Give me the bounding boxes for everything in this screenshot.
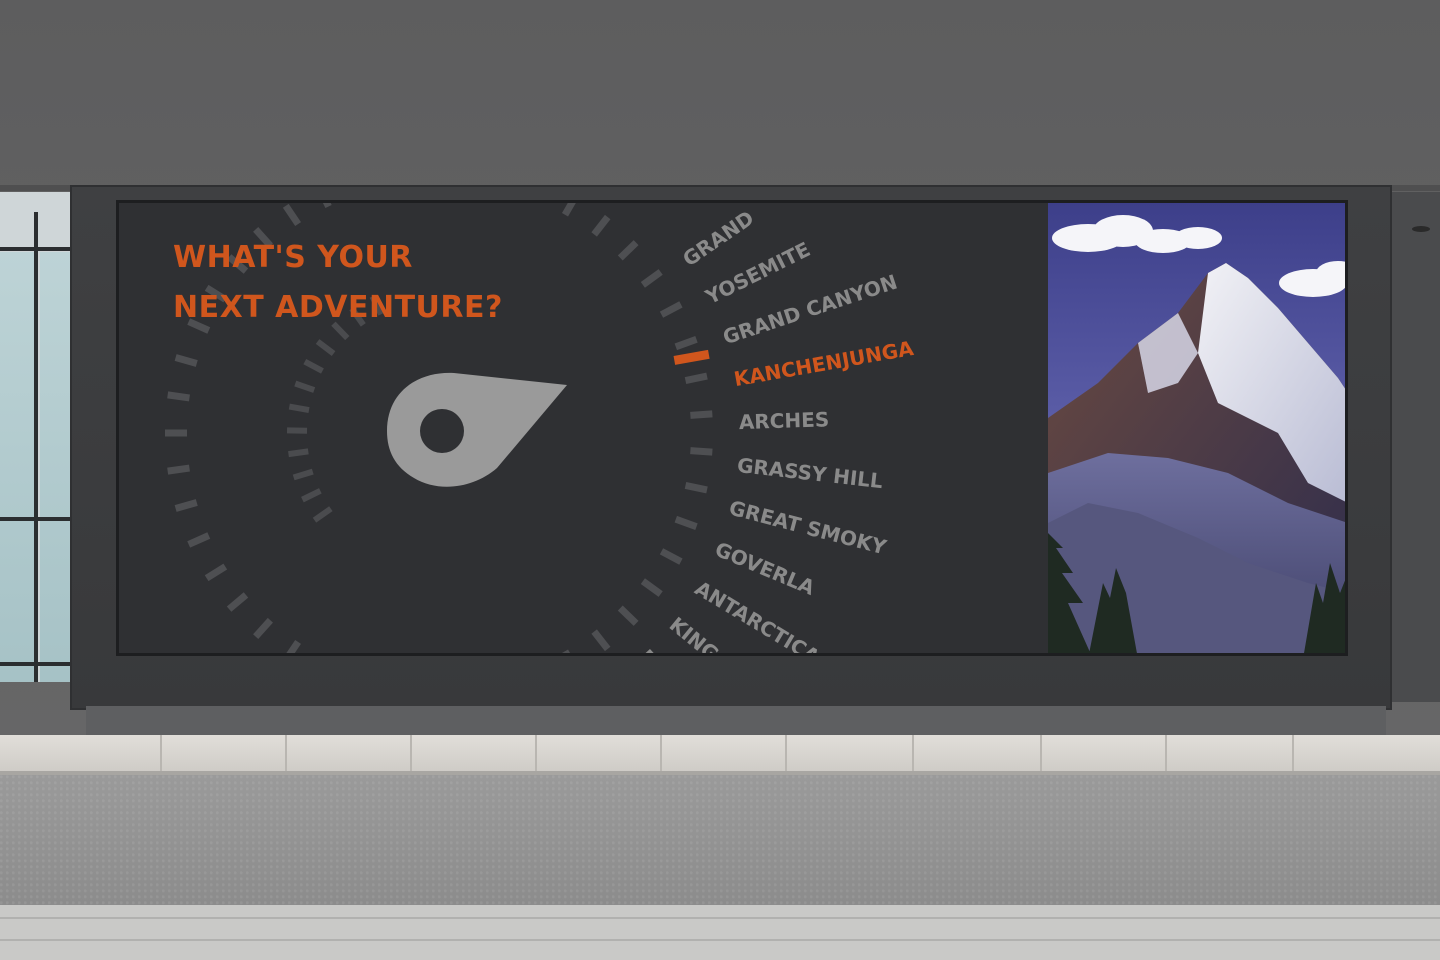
dial-tick (226, 592, 249, 612)
selector-marker (673, 349, 710, 365)
headline: WHAT'S YOUR NEXT ADVENTURE? (173, 233, 503, 333)
dial-tick (617, 605, 639, 626)
dial-tick (674, 515, 698, 531)
dial-tick (292, 468, 314, 481)
destination-selected: KANCHENJUNGA (732, 336, 916, 391)
sidewalk (0, 905, 1440, 960)
dial-tick (659, 301, 683, 318)
dial-tick (561, 649, 571, 653)
dial-tick (174, 499, 198, 512)
dial-tick (690, 410, 713, 419)
headline-line-2: NEXT ADVENTURE? (173, 290, 503, 325)
dial-tick (167, 464, 190, 475)
dial-tick (204, 563, 228, 582)
billboard-plinth (86, 706, 1386, 736)
dial-tick (187, 532, 211, 548)
destination-list: GRANDYOSEMITEGRAND CANYONKANCHENJUNGAARC… (634, 206, 916, 653)
dial-tick (167, 391, 190, 402)
ceiling-light (1412, 226, 1430, 232)
dial-tick (591, 629, 611, 652)
dial-tick (561, 203, 576, 217)
dial-tick (690, 447, 713, 456)
billboard: GRAND YOSEMITE GRAND CANYON KANCHENJUNGA ARC… (116, 200, 1348, 656)
dial-tick (303, 358, 324, 374)
mountain-photo (1048, 203, 1345, 653)
dial-tick (286, 639, 301, 653)
destination-item: GRAND (678, 206, 758, 272)
dial-tick (684, 372, 708, 385)
dial-tick (315, 339, 336, 356)
dial-tick (640, 269, 663, 288)
destination-item: ARCHES (738, 407, 829, 434)
destination-item: GRASSY HILL (736, 453, 884, 493)
road (0, 775, 1440, 905)
dial-tick (294, 380, 316, 393)
side-doorway (1392, 192, 1440, 702)
dial-tick (288, 448, 309, 458)
dial-tick (674, 335, 698, 351)
dial-tick (684, 481, 708, 494)
dial-tick (282, 203, 301, 227)
dial-tick (617, 240, 639, 261)
dial-tick (640, 578, 663, 597)
dial-tick (659, 548, 683, 565)
dial-tick (322, 203, 332, 209)
dial-tick (312, 506, 333, 523)
dial-tick (253, 617, 273, 639)
storefront-window (0, 192, 72, 682)
curb (0, 735, 1440, 775)
headline-line-1: WHAT'S YOUR (173, 240, 413, 275)
dial-tick (288, 403, 310, 414)
dial-tick (174, 354, 198, 367)
dial-tick (591, 214, 611, 237)
location-pin-icon (387, 372, 567, 487)
dial-tick (301, 488, 322, 503)
